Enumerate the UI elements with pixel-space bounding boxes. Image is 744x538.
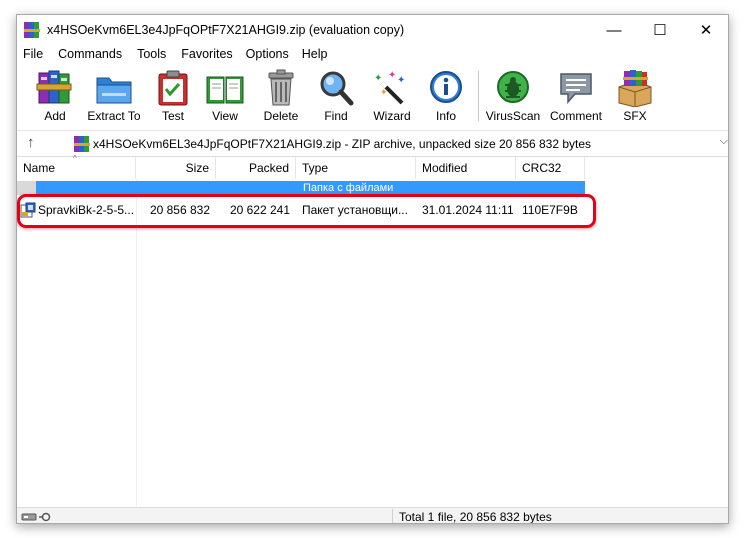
status-text: Total 1 file, 20 856 832 bytes xyxy=(399,510,552,524)
delete-label: Delete xyxy=(263,109,299,123)
winrar-window: x4HSOeKvm6EL3e4JpFqOPtF7X21AHGI9.zip (ev… xyxy=(16,14,729,524)
archive-path-text: x4HSOeKvm6EL3e4JpFqOPtF7X21AHGI9.zip - Z… xyxy=(93,137,592,151)
list-header: Name ^ Size Packed Type Modified CRC32 xyxy=(17,154,585,179)
open-book-icon xyxy=(205,69,245,107)
virusscan-button[interactable]: VirusScan xyxy=(483,69,543,125)
virusscan-label: VirusScan xyxy=(485,109,541,123)
comment-button[interactable]: Comment xyxy=(547,69,605,125)
comment-label: Comment xyxy=(549,109,602,123)
info-icon xyxy=(426,69,466,107)
title-bar: x4HSOeKvm6EL3e4JpFqOPtF7X21AHGI9.zip (ev… xyxy=(17,15,728,45)
svg-text:✦: ✦ xyxy=(374,73,382,84)
column-name[interactable]: Name ^ xyxy=(17,154,136,179)
maximize-button[interactable]: ☐ xyxy=(637,15,683,45)
info-button[interactable]: Info xyxy=(426,69,466,125)
archive-icon xyxy=(74,136,90,152)
column-size[interactable]: Size xyxy=(136,157,216,179)
find-label: Find xyxy=(324,109,348,123)
extract-to-label: Extract To xyxy=(87,109,141,123)
window-title: x4HSOeKvm6EL3e4JpFqOPtF7X21AHGI9.zip (ev… xyxy=(47,23,405,37)
svg-text:✦: ✦ xyxy=(388,70,396,81)
wizard-label: Wizard xyxy=(373,109,411,123)
column-type[interactable]: Type xyxy=(296,157,416,179)
address-bar: ↑ x4HSOeKvm6EL3e4JpFqOPtF7X21AHGI9.zip -… xyxy=(17,130,728,156)
menu-commands[interactable]: Commands xyxy=(58,45,122,65)
sort-ascending-icon: ^ xyxy=(73,154,77,163)
sfx-box-icon xyxy=(615,69,655,108)
sfx-label: SFX xyxy=(623,109,647,123)
column-packed[interactable]: Packed xyxy=(216,157,296,179)
magic-wand-icon: ✦ ✦ ✦ ✦ xyxy=(372,69,412,107)
add-label: Add xyxy=(44,109,66,123)
winrar-books-icon xyxy=(35,69,75,107)
group-toggle[interactable] xyxy=(17,181,36,195)
chevron-down-icon[interactable]: ⌵ xyxy=(720,135,728,148)
column-modified[interactable]: Modified xyxy=(416,157,516,179)
info-label: Info xyxy=(435,109,456,123)
status-separator xyxy=(392,509,393,523)
view-button[interactable]: View xyxy=(205,69,245,125)
group-header-row[interactable]: Папка с файлами xyxy=(36,181,585,195)
archive-path-field[interactable]: x4HSOeKvm6EL3e4JpFqOPtF7X21AHGI9.zip - Z… xyxy=(70,133,728,155)
toolbar: Add Extract To Test View Delete Find ✦ ✦… xyxy=(17,65,728,127)
clipboard-check-icon xyxy=(153,69,193,107)
menu-options[interactable]: Options xyxy=(246,45,289,65)
column-divider xyxy=(136,179,137,508)
test-button[interactable]: Test xyxy=(153,69,193,125)
minimize-button[interactable]: — xyxy=(591,15,637,45)
sfx-button[interactable]: SFX xyxy=(615,69,655,125)
menu-bar: File Commands Tools Favorites Options He… xyxy=(17,45,728,65)
add-button[interactable]: Add xyxy=(35,69,75,125)
find-button[interactable]: Find xyxy=(316,69,356,125)
group-label: Папка с файлами xyxy=(303,182,394,194)
delete-button[interactable]: Delete xyxy=(261,69,301,125)
menu-tools[interactable]: Tools xyxy=(137,45,166,65)
magnifier-icon xyxy=(316,69,356,107)
column-crc32[interactable]: CRC32 xyxy=(516,157,585,179)
file-list: Name ^ Size Packed Type Modified CRC32 П… xyxy=(17,154,728,508)
drive-key-icon xyxy=(21,511,55,523)
extract-to-button[interactable]: Extract To xyxy=(85,69,143,125)
close-button[interactable]: ✕ xyxy=(683,15,728,45)
folder-icon xyxy=(94,69,134,107)
bug-scan-icon xyxy=(493,69,533,107)
winrar-app-icon xyxy=(24,22,40,38)
test-label: Test xyxy=(161,109,184,123)
view-label: View xyxy=(212,109,238,123)
red-highlight-outline xyxy=(17,194,596,228)
svg-text:✦: ✦ xyxy=(380,88,388,98)
column-name-label: Name xyxy=(23,161,56,175)
wizard-button[interactable]: ✦ ✦ ✦ ✦ Wizard xyxy=(372,69,412,125)
menu-favorites[interactable]: Favorites xyxy=(181,45,232,65)
speech-bubble-icon xyxy=(556,69,596,107)
toolbar-separator xyxy=(478,71,479,121)
menu-file[interactable]: File xyxy=(23,45,43,65)
up-folder-button[interactable]: ↑ xyxy=(27,134,35,151)
menu-help[interactable]: Help xyxy=(302,45,328,65)
status-bar: Total 1 file, 20 856 832 bytes xyxy=(17,507,728,524)
trash-can-icon xyxy=(261,69,301,107)
svg-text:✦: ✦ xyxy=(397,75,405,86)
